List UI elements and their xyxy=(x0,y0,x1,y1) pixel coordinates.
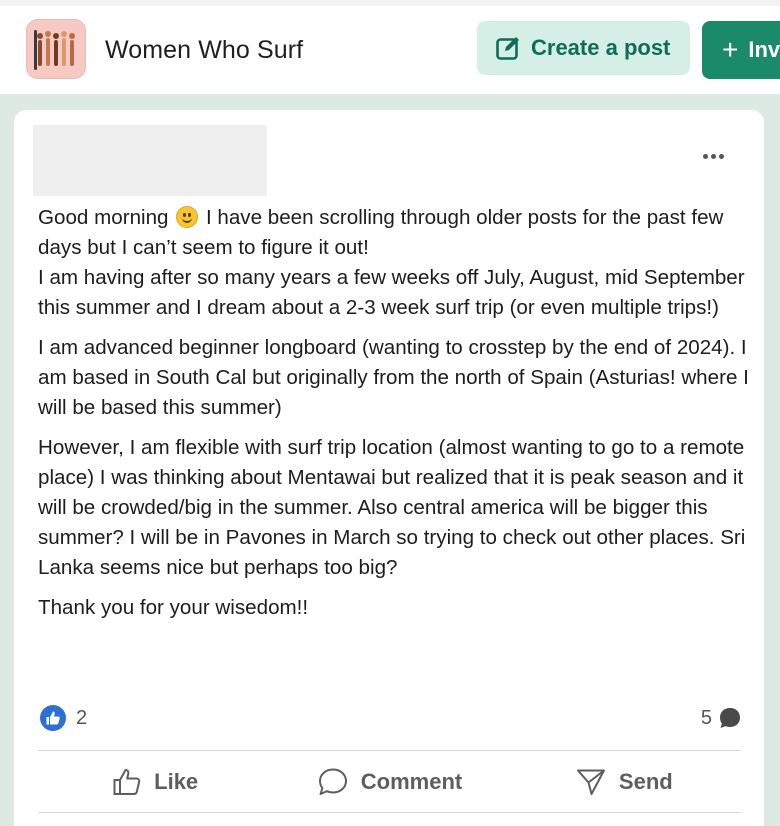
like-button[interactable]: Like xyxy=(38,767,272,797)
group-logo-icon xyxy=(27,20,85,78)
comment-count[interactable]: 5 xyxy=(701,704,742,732)
thumbs-up-icon xyxy=(113,769,141,795)
create-post-button[interactable]: Create a post xyxy=(477,21,690,75)
paper-plane-icon xyxy=(576,769,605,795)
edit-square-icon xyxy=(496,37,519,60)
post-actions: Like Comment Send xyxy=(38,751,741,813)
comment-button[interactable]: Comment xyxy=(272,767,506,797)
plus-icon: + xyxy=(722,34,739,65)
create-post-label: Create a post xyxy=(531,35,671,60)
smiling-face-icon xyxy=(176,206,199,228)
post-card: Good morning I have been scrolling throu… xyxy=(14,110,764,826)
speech-bubble-icon xyxy=(318,768,347,795)
invite-label: Inv xyxy=(748,37,780,62)
author-info-redacted xyxy=(33,125,267,196)
divider xyxy=(38,812,741,813)
post-body: Good morning I have been scrolling throu… xyxy=(38,203,750,633)
send-label: Send xyxy=(618,769,673,794)
like-reaction-icon xyxy=(40,705,66,731)
like-count: 2 xyxy=(76,706,88,729)
post-paragraph: However, I am flexible with surf trip lo… xyxy=(38,436,746,579)
send-button[interactable]: Send xyxy=(507,767,741,797)
post-paragraph: I am advanced beginner longboard (wantin… xyxy=(38,336,749,419)
group-header: Women Who Surf Create a post + Inv xyxy=(0,0,780,94)
group-avatar[interactable] xyxy=(26,19,86,79)
group-name[interactable]: Women Who Surf xyxy=(105,36,303,65)
invite-button[interactable]: + Inv xyxy=(702,21,780,79)
more-horizontal-icon[interactable] xyxy=(696,146,730,166)
reaction-summary[interactable]: 2 xyxy=(40,704,87,732)
comment-bubble-icon xyxy=(720,708,740,728)
like-label: Like xyxy=(154,769,199,794)
comment-label: Comment xyxy=(360,769,463,794)
post-paragraph: Thank you for your wisedom!! xyxy=(38,596,309,619)
post-paragraph: Good morning I have been scrolling throu… xyxy=(38,206,745,319)
